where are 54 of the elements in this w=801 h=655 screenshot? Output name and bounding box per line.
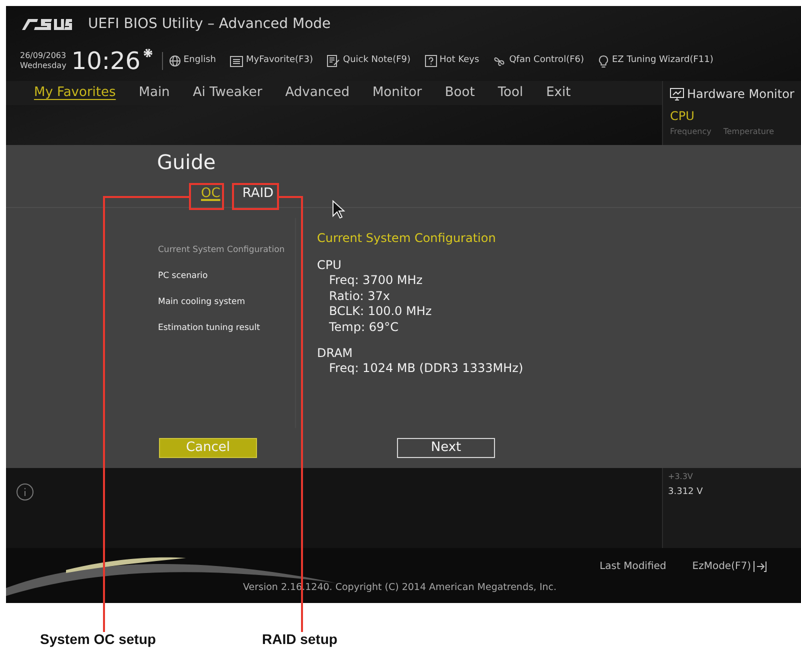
help-icon (424, 55, 437, 67)
toolbar-button[interactable]: MyFavorite(F3) (230, 54, 313, 68)
info-icon[interactable] (16, 483, 34, 501)
date-text: 26/09/2063 (20, 51, 66, 61)
lightbulb-icon (598, 54, 609, 68)
next-button[interactable]: Next (397, 438, 495, 458)
toolbar-button[interactable]: Qfan Control(F6) (493, 54, 584, 68)
nav-tab[interactable]: Tool (498, 83, 524, 103)
section-title: CPU (670, 108, 696, 124)
mouse-pointer-icon (332, 200, 345, 219)
settings-icon[interactable] (142, 47, 154, 59)
weekday-text: Wednesday (20, 61, 66, 71)
logo-icon (20, 18, 72, 30)
info-line: BCLK: 100.0 MHz (328, 304, 433, 320)
toolbar-button[interactable]: Hot Keys (424, 54, 480, 68)
panel-title: Hardware Monitor (687, 86, 794, 103)
callout-label: RAID setup (262, 630, 338, 649)
exit-icon (753, 561, 767, 572)
column-header: Temperature (723, 127, 774, 137)
info-line: Ratio: 37x (328, 288, 392, 304)
monitor-icon (670, 88, 684, 100)
group-title: CPU (317, 258, 342, 273)
info-line: Freq: 1024 MB (DDR3 1333MHz) (328, 361, 524, 376)
toolbar-button[interactable]: Quick Note(F9) (326, 54, 411, 68)
ez-mode-button[interactable]: EzMode(F7) (692, 559, 767, 574)
window-title: UEFI BIOS Utility – Advanced Mode (88, 14, 331, 34)
info-line: Freq: 3700 MHz (328, 273, 424, 288)
reading-value: 3.312 V (668, 486, 704, 499)
fan-icon (493, 55, 506, 67)
step-item[interactable]: Estimation tuning result (158, 320, 295, 336)
nav-tab[interactable]: Monitor (372, 83, 422, 103)
section-heading: Current System Configuration (317, 230, 497, 247)
last-modified-button[interactable]: Last Modified (600, 559, 666, 574)
step-item[interactable]: PC scenario (158, 268, 295, 284)
globe-icon (168, 55, 180, 67)
note-icon (326, 55, 340, 67)
reading-label: +3.3V (668, 471, 694, 483)
toolbar-button[interactable]: EZ Tuning Wizard(F11) (598, 54, 714, 68)
column-header: Frequency (670, 127, 712, 137)
callout-label: System OC setup (40, 630, 156, 649)
dialog-title: Guide (156, 149, 217, 175)
nav-tab[interactable]: My Favorites (34, 83, 116, 103)
toolbar-button[interactable]: English (168, 54, 216, 68)
step-item[interactable]: Main cooling system (158, 294, 295, 310)
nav-tab[interactable]: Ai Tweaker (192, 83, 262, 103)
clock-time: 10:26 (71, 48, 140, 74)
nav-tab[interactable]: Advanced (285, 83, 350, 103)
group-title: DRAM (317, 346, 354, 361)
list-icon (230, 56, 243, 66)
nav-tab[interactable]: Main (138, 83, 170, 103)
info-line: Temp: 69°C (328, 320, 400, 335)
nav-tab[interactable]: Exit (546, 83, 571, 103)
nav-tab[interactable]: Boot (444, 83, 475, 103)
step-item[interactable]: Current System Configuration (158, 242, 295, 258)
